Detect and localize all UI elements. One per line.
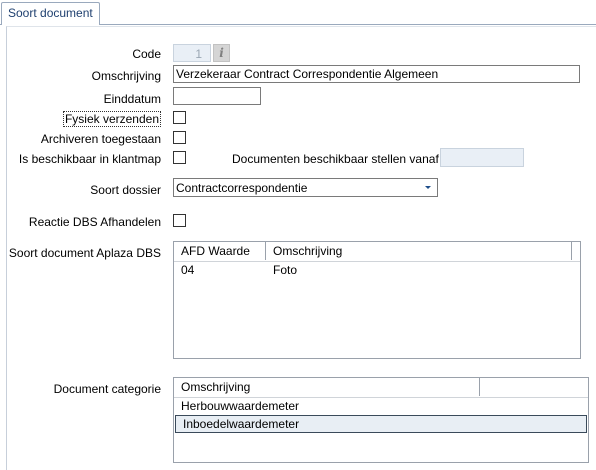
archiveren-checkbox[interactable] — [173, 131, 186, 144]
cell-omschrijving: Inboedelwaardemeter — [183, 417, 300, 431]
beschikbaar-vanaf-input — [440, 148, 524, 167]
aplaza-grid[interactable]: AFD Waarde Omschrijving 04 Foto — [173, 241, 581, 359]
dropdown-arrow-icon[interactable] — [425, 186, 431, 189]
tab-strip: Soort document — [0, 0, 596, 26]
table-row[interactable]: Herbouwwaardemeter — [174, 397, 588, 415]
einddatum-label: Einddatum — [103, 92, 161, 106]
omschrijving-input[interactable]: Verzekeraar Contract Correspondentie Alg… — [173, 65, 580, 83]
cell-afd-waarde: 04 — [181, 263, 195, 277]
table-row-selected[interactable]: Inboedelwaardemeter — [175, 415, 587, 433]
reactie-label: Reactie DBS Afhandelen — [28, 215, 161, 229]
info-icon: i — [219, 46, 224, 60]
aplaza-grid-header: AFD Waarde Omschrijving — [174, 242, 580, 262]
soort-dossier-value: Contractcorrespondentie — [176, 181, 308, 195]
archiveren-label: Archiveren toegestaan — [40, 132, 161, 146]
omschrijving-label: Omschrijving — [91, 69, 161, 83]
categorie-grid-header: Omschrijving — [174, 378, 588, 398]
info-button[interactable]: i — [213, 44, 230, 62]
cell-omschrijving: Foto — [273, 263, 298, 277]
soort-dossier-label: Soort dossier — [90, 183, 161, 197]
klantmap-label: Is beschikbaar in klantmap — [18, 152, 161, 166]
categorie-label: Document categorie — [53, 382, 161, 396]
column-header-omschrijving[interactable]: Omschrijving — [266, 242, 572, 260]
klantmap-checkbox[interactable] — [173, 151, 186, 164]
categorie-grid[interactable]: Omschrijving Herbouwwaardemeter Inboedel… — [173, 377, 589, 463]
column-header-afd-waarde[interactable]: AFD Waarde — [174, 242, 266, 260]
code-value: 1 — [195, 47, 202, 61]
einddatum-input[interactable] — [173, 87, 261, 105]
aplaza-label: Soort document Aplaza DBS — [8, 246, 161, 260]
reactie-checkbox[interactable] — [173, 214, 186, 227]
code-field: 1 — [173, 44, 211, 62]
beschikbaar-vanaf-label: Documenten beschikbaar stellen vanaf — [232, 152, 439, 166]
column-header-omschrijving[interactable]: Omschrijving — [174, 378, 480, 396]
soort-dossier-select[interactable]: Contractcorrespondentie — [173, 178, 438, 197]
fysiek-verzenden-text: Fysiek verzenden — [62, 111, 161, 127]
fysiek-verzenden-label: Fysiek verzenden — [40, 111, 161, 127]
tab-soort-document[interactable]: Soort document — [1, 2, 100, 26]
fysiek-verzenden-checkbox[interactable] — [173, 111, 186, 124]
table-row[interactable]: 04 Foto — [174, 261, 580, 279]
code-label: Code — [132, 47, 161, 61]
cell-omschrijving: Herbouwwaardemeter — [181, 399, 300, 413]
